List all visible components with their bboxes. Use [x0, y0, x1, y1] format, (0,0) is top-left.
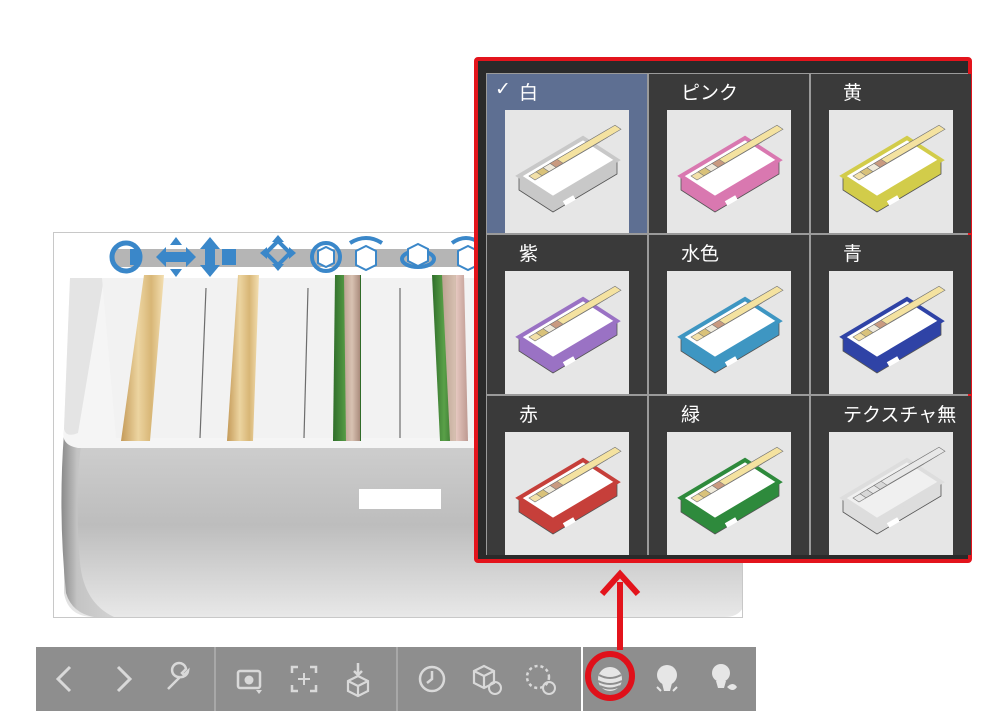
timer-icon[interactable] [410, 657, 454, 701]
color-option-label: 水色 [681, 243, 720, 265]
color-option-yellow[interactable]: 黄 [811, 74, 971, 233]
bottom-toolbar [36, 647, 581, 711]
color-option-red[interactable]: 赤 [487, 396, 647, 555]
wrench-icon[interactable] [156, 657, 200, 701]
color-sphere-icon[interactable] [588, 657, 632, 701]
color-option-no-texture[interactable]: テクスチャ無 [811, 396, 971, 555]
box-thumbnail [505, 110, 629, 233]
color-option-label: ピンク [681, 82, 739, 104]
color-option-purple[interactable]: 紫 [487, 235, 647, 394]
camera-icon[interactable] [228, 657, 272, 701]
color-option-label: 赤 [519, 404, 539, 426]
color-option-label: 紫 [519, 243, 539, 265]
check-icon: ✓ [495, 78, 511, 100]
object-rotate-icon[interactable] [464, 657, 508, 701]
box-thumbnail [505, 271, 629, 394]
box-thumbnail [667, 271, 791, 394]
fit-view-icon[interactable] [282, 657, 326, 701]
forward-icon[interactable] [100, 657, 144, 701]
move-horizontal-icon[interactable] [156, 237, 196, 277]
color-grid: ✓ 白 ピンク 黄 紫 水色 青 赤 緑 テクスチャ無 [486, 73, 971, 555]
box-thumbnail [829, 271, 953, 394]
color-option-label: 緑 [681, 404, 701, 426]
rotate-z-icon[interactable] [400, 242, 436, 269]
light-bulb-icon[interactable] [645, 657, 689, 701]
color-option-light-blue[interactable]: 水色 [649, 235, 809, 394]
color-option-label: 青 [843, 243, 863, 265]
box-thumbnail [667, 110, 791, 233]
place-on-floor-icon[interactable] [336, 657, 380, 701]
box-thumbnail [505, 432, 629, 555]
color-option-pink[interactable]: ピンク [649, 74, 809, 233]
color-option-white[interactable]: ✓ 白 [487, 74, 647, 233]
color-option-label: テクスチャ無 [843, 404, 957, 426]
back-icon[interactable] [44, 657, 88, 701]
box-thumbnail [829, 110, 953, 233]
color-option-label: 白 [519, 82, 539, 104]
color-popup: ✓ 白 ピンク 黄 紫 水色 青 赤 緑 テクスチャ無 [474, 57, 972, 563]
color-option-green[interactable]: 緑 [649, 396, 809, 555]
rotate-dotted-icon[interactable] [518, 657, 562, 701]
light-settings-icon[interactable] [701, 657, 745, 701]
lighting-toolbar [583, 647, 756, 711]
color-option-label: 黄 [843, 82, 863, 104]
box-thumbnail [667, 432, 791, 555]
color-option-blue[interactable]: 青 [811, 235, 971, 394]
box-thumbnail [829, 432, 953, 555]
